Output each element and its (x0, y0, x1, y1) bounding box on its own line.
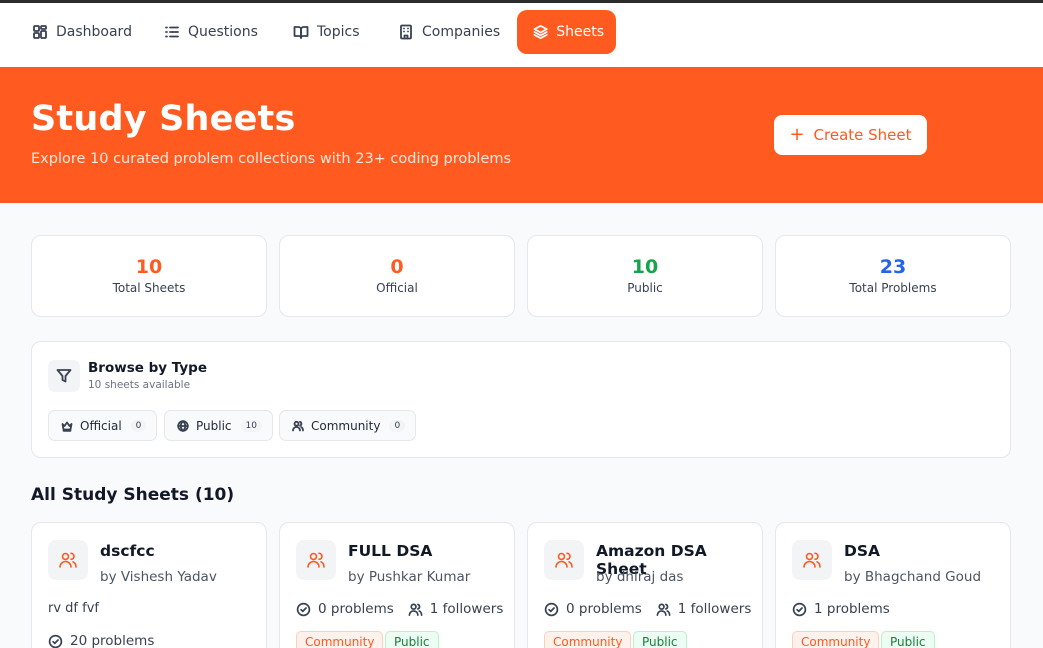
nav-questions-label: Questions (188, 24, 258, 40)
sheet-meta: 0 problems 1 followers (296, 601, 503, 617)
sheet-card[interactable]: dscfcc by Vishesh Yadav rv df fvf 20 pro… (31, 522, 267, 648)
users-icon (408, 603, 423, 616)
users-icon (803, 552, 821, 568)
sheet-author: by dhiraj das (596, 569, 684, 585)
check-circle-icon (544, 602, 559, 616)
stat-value: 23 (879, 256, 907, 278)
nav-topics[interactable]: Topics (277, 10, 372, 54)
stat-total-problems: 23 Total Problems (775, 235, 1011, 317)
chip-label: Public (196, 418, 232, 433)
sheet-problems: 0 problems (318, 601, 394, 617)
nav-topics-label: Topics (317, 24, 360, 40)
public-tag: Public (633, 631, 687, 648)
dashboard-icon (33, 25, 47, 39)
filter-icon-box (48, 360, 80, 392)
stat-value: 10 (631, 256, 659, 278)
sheet-meta: 20 problems (48, 633, 154, 648)
stat-total-sheets: 10 Total Sheets (31, 235, 267, 317)
sheet-title[interactable]: DSA (844, 542, 880, 560)
globe-icon (177, 419, 189, 432)
sheet-icon-box (296, 540, 336, 580)
community-tag: Community (296, 631, 384, 648)
page-subtitle: Explore 10 curated problem collections w… (31, 151, 512, 167)
nav-questions[interactable]: Questions (148, 10, 270, 54)
filter-chip-public[interactable]: Public 10 (164, 410, 273, 441)
users-icon (307, 552, 325, 568)
building-icon (400, 24, 412, 40)
stat-label: Total Sheets (112, 281, 186, 295)
sheet-icon-box (544, 540, 584, 580)
sheet-followers-group: 1 followers (656, 601, 752, 617)
community-tag: Community (792, 631, 880, 648)
sheet-card[interactable]: FULL DSA by Pushkar Kumar 0 problems 1 f… (279, 522, 515, 648)
nav-dashboard-label: Dashboard (56, 24, 132, 40)
public-tag: Public (385, 631, 439, 648)
sheet-followers-group: 1 followers (408, 601, 504, 617)
stat-value: 10 (135, 256, 163, 278)
browse-title: Browse by Type (88, 360, 207, 376)
sheet-author: by Vishesh Yadav (100, 569, 217, 585)
section-title: All Study Sheets (10) (31, 485, 235, 505)
public-tag: Public (881, 631, 935, 648)
stat-label: Total Problems (849, 281, 937, 295)
crown-icon (61, 421, 73, 432)
sheet-author: by Bhagchand Goud (844, 569, 982, 585)
community-tag: Community (544, 631, 632, 648)
nav-dashboard[interactable]: Dashboard (16, 10, 144, 54)
chip-label: Official (80, 418, 122, 433)
create-sheet-button[interactable]: + Create Sheet (774, 115, 927, 155)
users-icon (656, 603, 671, 616)
stat-value: 0 (390, 256, 404, 278)
hero-banner: Study Sheets Explore 10 curated problem … (0, 67, 1043, 203)
sheet-meta: 1 problems (792, 601, 890, 617)
sheet-problems: 1 problems (814, 601, 890, 617)
sheet-icon-box (48, 540, 88, 580)
check-circle-icon (48, 634, 63, 648)
sheet-problems: 20 problems (70, 633, 155, 648)
page-title: Study Sheets (31, 99, 296, 139)
filter-chip-community[interactable]: Community 0 (279, 410, 417, 441)
create-sheet-label: Create Sheet (813, 126, 912, 144)
users-icon (555, 552, 573, 568)
sheet-problems: 0 problems (566, 601, 642, 617)
sheet-title[interactable]: dscfcc (100, 542, 155, 560)
sheet-followers: 1 followers (677, 601, 752, 617)
sheet-author: by Pushkar Kumar (348, 569, 471, 585)
sheet-card[interactable]: Amazon DSA Sheet by dhiraj das 0 problem… (527, 522, 763, 648)
filter-chip-official[interactable]: Official 0 (48, 410, 158, 441)
sheet-followers: 1 followers (429, 601, 504, 617)
stat-label: Public (627, 281, 663, 295)
check-circle-icon (792, 602, 807, 616)
stat-label: Official (376, 281, 418, 295)
users-icon (59, 552, 77, 568)
sheet-title[interactable]: FULL DSA (348, 542, 432, 560)
list-icon (165, 26, 179, 38)
top-nav-bar: Dashboard Questions Topics Companies She… (0, 0, 1043, 67)
nav-companies-label: Companies (422, 24, 501, 40)
check-circle-icon (296, 602, 311, 616)
layers-icon (533, 24, 548, 40)
chip-count: 0 (389, 419, 406, 432)
nav-sheets[interactable]: Sheets (517, 10, 616, 54)
chip-count: 0 (130, 419, 147, 432)
chip-count: 10 (240, 419, 262, 432)
sheet-meta: 0 problems 1 followers (544, 601, 751, 617)
filter-icon (56, 369, 72, 383)
plus-icon: + (789, 124, 805, 145)
stat-official: 0 Official (279, 235, 515, 317)
nav-companies[interactable]: Companies (382, 10, 512, 54)
sheet-card[interactable]: DSA by Bhagchand Goud 1 problems Communi… (775, 522, 1011, 648)
stat-public: 10 Public (527, 235, 763, 317)
browse-by-type-panel: Browse by Type 10 sheets available Offic… (31, 341, 1011, 458)
sheet-description: rv df fvf (48, 601, 99, 616)
users-icon (292, 420, 304, 431)
book-icon (293, 26, 309, 39)
browse-subtitle: 10 sheets available (88, 379, 191, 391)
nav-sheets-label: Sheets (556, 24, 604, 40)
sheet-icon-box (792, 540, 832, 580)
chip-label: Community (311, 418, 381, 433)
